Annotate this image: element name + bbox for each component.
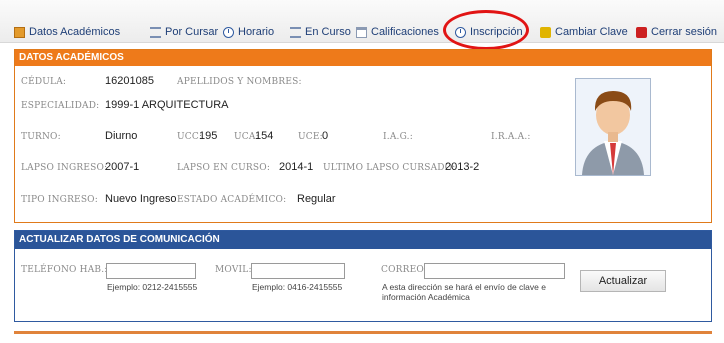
nav-horario-label: Horario: [238, 26, 275, 38]
uce-label: UCE:: [298, 132, 323, 142]
lapso-curso-label: LAPSO EN CURSO:: [177, 163, 271, 173]
nav-cerrar-sesion[interactable]: Cerrar sesión: [636, 24, 717, 40]
nav-en-curso-label: En Curso: [305, 26, 351, 38]
ultimo-lapso-value: 2013-2: [445, 161, 480, 173]
clock-icon: [455, 26, 466, 38]
iag-label: I.A.G.:: [383, 132, 413, 142]
list-icon: [150, 26, 161, 38]
especialidad-value: 1999-1 ARQUITECTURA: [105, 99, 229, 111]
nav-inscripcion-label: Inscripción: [470, 26, 523, 38]
lapso-curso-value: 2014-1: [279, 161, 314, 173]
lapso-ingreso-label: LAPSO INGRESO:: [21, 163, 108, 173]
nav-por-cursar-label: Por Cursar: [165, 26, 219, 38]
user-avatar-icon: [582, 91, 644, 175]
uca-value: 154: [255, 130, 274, 142]
cedula-label: CÉDULA:: [21, 77, 67, 87]
lapso-ingreso-value: 2007-1: [105, 161, 140, 173]
top-navigation-bar: Datos Académicos Por Cursar Horario En C…: [0, 0, 724, 43]
academic-panel-header: DATOS ACADÉMICOS: [15, 50, 711, 66]
uce-value: 0: [322, 130, 329, 142]
apellidos-nombres-label: APELLIDOS Y NOMBRES:: [177, 77, 302, 87]
estado-academico-label: ESTADO ACADÉMICO:: [177, 195, 287, 205]
clock-icon: [223, 26, 234, 38]
especialidad-label: ESPECIALIDAD:: [21, 101, 100, 111]
ultimo-lapso-label: ULTIMO LAPSO CURSADO:: [323, 163, 456, 173]
telefono-input[interactable]: [106, 263, 196, 279]
nav-cerrar-sesion-label: Cerrar sesión: [651, 26, 718, 38]
turno-label: TURNO:: [21, 132, 61, 142]
cedula-value: 16201085: [105, 75, 154, 87]
nav-datos-academicos[interactable]: Datos Académicos: [14, 24, 120, 40]
key-icon: [540, 26, 551, 38]
nav-por-cursar[interactable]: Por Cursar: [150, 24, 218, 40]
nav-inscripcion[interactable]: Inscripción: [455, 24, 523, 40]
nav-datos-academicos-label: Datos Académicos: [29, 26, 121, 38]
movil-hint: Ejemplo: 0416-2415555: [252, 282, 343, 292]
calendar-icon: [356, 26, 367, 38]
list-icon: [290, 26, 301, 38]
nav-en-curso[interactable]: En Curso: [290, 24, 351, 40]
contact-panel-header: ACTUALIZAR DATOS DE COMUNICACIÓN: [15, 231, 711, 249]
movil-label: MOVIL:: [215, 265, 252, 275]
turno-value: Diurno: [105, 130, 138, 142]
book-icon: [14, 26, 25, 38]
tipo-ingreso-label: TIPO INGRESO:: [21, 195, 98, 205]
nav-cambiar-clave-label: Cambiar Clave: [555, 26, 628, 38]
ucc-value: 195: [199, 130, 218, 142]
nav-calificaciones-label: Calificaciones: [371, 26, 439, 38]
movil-input[interactable]: [251, 263, 345, 279]
power-icon: [636, 26, 647, 38]
tipo-ingreso-value: Nuevo Ingreso: [105, 193, 177, 205]
nav-cambiar-clave[interactable]: Cambiar Clave: [540, 24, 628, 40]
actualizar-button[interactable]: Actualizar: [580, 270, 666, 292]
student-photo: [575, 78, 651, 176]
correo-label: CORREO:: [381, 265, 428, 275]
contact-update-panel: ACTUALIZAR DATOS DE COMUNICACIÓN TELÉFON…: [14, 230, 712, 322]
bottom-divider: [14, 331, 712, 334]
correo-input[interactable]: [424, 263, 565, 279]
iraa-label: I.R.A.A.:: [491, 132, 531, 142]
nav-calificaciones[interactable]: Calificaciones: [356, 24, 439, 40]
nav-horario[interactable]: Horario: [223, 24, 274, 40]
telefono-label: TELÉFONO HAB.:: [21, 265, 108, 275]
estado-academico-value: Regular: [297, 193, 336, 205]
telefono-hint: Ejemplo: 0212-2415555: [107, 282, 198, 292]
academic-data-panel: DATOS ACADÉMICOS CÉDULA: 16201085 APELLI…: [14, 49, 712, 223]
correo-hint: A esta dirección se hará el envío de cla…: [382, 282, 546, 302]
